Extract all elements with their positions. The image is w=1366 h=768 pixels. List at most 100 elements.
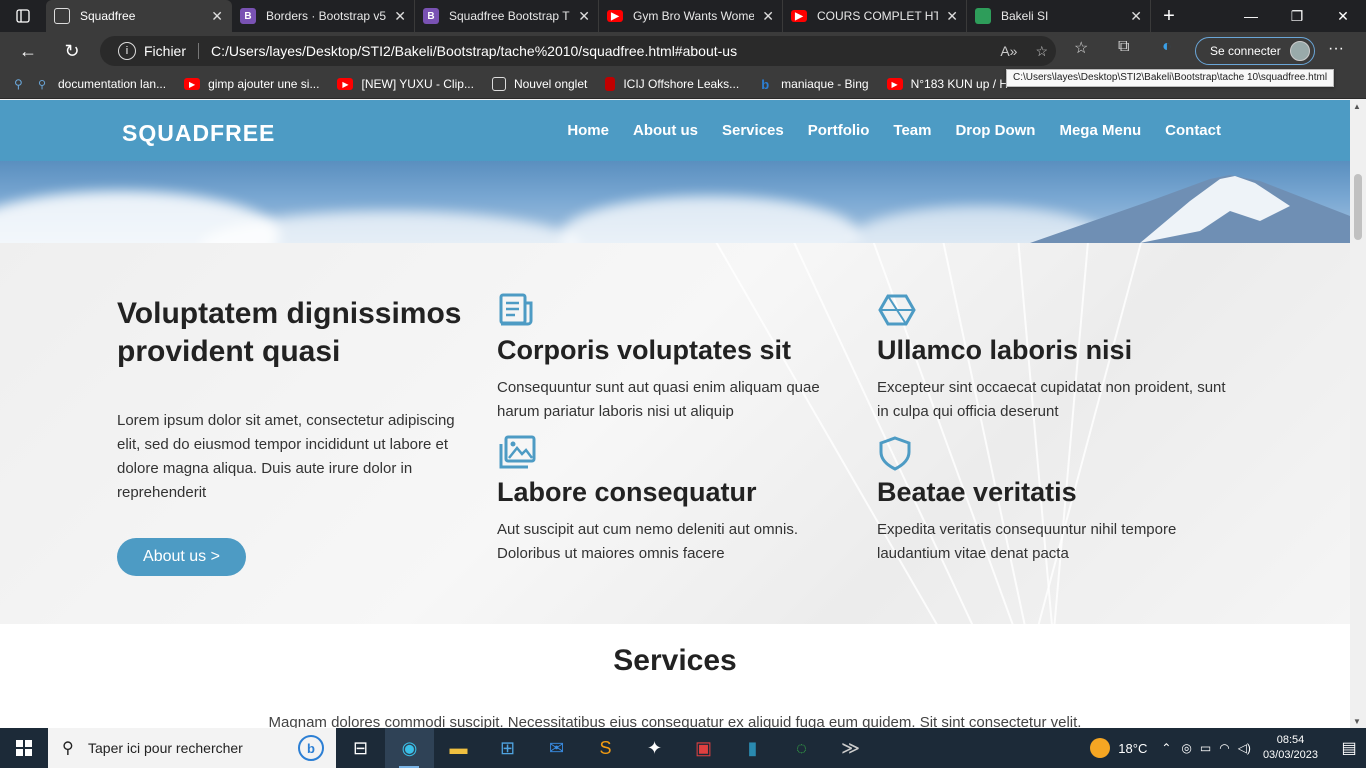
site-logo[interactable]: SQUADFREE <box>122 120 275 147</box>
close-window-icon[interactable]: ✕ <box>1320 0 1366 32</box>
search-icon: ⚲ <box>37 78 47 91</box>
about-text: Lorem ipsum dolor sit amet, consectetur … <box>117 412 455 501</box>
battery-icon[interactable]: ▭ <box>1200 741 1211 755</box>
scroll-up-icon[interactable]: ▲ <box>1353 102 1361 111</box>
tab-borders-bootstrap[interactable]: B Borders · Bootstrap v5 ✕ <box>232 0 415 32</box>
back-icon[interactable]: ← <box>8 32 48 70</box>
minimize-icon[interactable]: — <box>1228 0 1274 32</box>
start-button[interactable] <box>0 728 48 768</box>
tab-squadfree-bootstrap[interactable]: B Squadfree Bootstrap T ✕ <box>415 0 599 32</box>
weather-widget[interactable]: 18°C <box>1090 738 1147 758</box>
volume-icon[interactable]: ◁) <box>1238 741 1251 755</box>
terminal-icon[interactable]: ▮ <box>728 728 777 768</box>
chevron-up-icon[interactable]: ⌃ <box>1161 741 1171 755</box>
bookmark-item[interactable]: ▶ [NEW] YUXU - Clip... <box>337 77 474 91</box>
tab-squadfree[interactable]: Squadfree ✕ <box>46 0 232 32</box>
scroll-thumb[interactable] <box>1354 174 1362 240</box>
close-icon[interactable]: ✕ <box>946 8 958 25</box>
collections-icon[interactable]: ⧉ <box>1118 38 1129 56</box>
scroll-down-icon[interactable]: ▼ <box>1353 717 1361 726</box>
edge-extension-icon[interactable]: ◐ <box>1162 38 1172 56</box>
tab-actions-button[interactable] <box>0 0 46 32</box>
bookmark-item[interactable]: ICIJ Offshore Leaks... <box>605 77 739 91</box>
new-tab-button[interactable]: + <box>1151 5 1187 28</box>
tab-title: Squadfree Bootstrap T <box>449 9 570 23</box>
weather-icon <box>1090 738 1111 758</box>
close-icon[interactable]: ✕ <box>394 8 406 25</box>
search-icon: ⚲ <box>62 740 74 757</box>
bookmark-item[interactable]: b maniaque - Bing <box>757 77 868 92</box>
about-section: Voluptatem dignissimos provident quasi L… <box>0 243 1350 624</box>
close-icon[interactable]: ✕ <box>211 8 223 25</box>
clock[interactable]: 08:54 03/03/2023 <box>1263 733 1318 763</box>
vscode-icon[interactable]: ≫ <box>826 728 875 768</box>
tab-gym-bro[interactable]: ▶ Gym Bro Wants Wome ✕ <box>599 0 783 32</box>
read-aloud-icon[interactable]: A» <box>1000 43 1017 60</box>
youtube-icon: ▶ <box>607 10 623 22</box>
feature-text: Excepteur sint occaecat cupidatat non pr… <box>877 379 1226 420</box>
icij-icon <box>605 77 616 91</box>
bakeli-icon <box>975 8 991 24</box>
services-section: Services Magnam dolores commodi suscipit… <box>0 624 1350 728</box>
mail-icon[interactable]: ✉ <box>532 728 581 768</box>
url-field[interactable]: i Fichier C:/Users/layes/Desktop/STI2/Ba… <box>100 36 1056 66</box>
nav-contact[interactable]: Contact <box>1165 122 1221 139</box>
bookmark-item[interactable]: ▶ N°183 KUN up / H <box>886 77 1009 91</box>
wifi-icon[interactable]: ◠ <box>1219 741 1229 755</box>
more-icon[interactable]: ··· <box>1328 40 1344 58</box>
tab-title: Gym Bro Wants Wome <box>633 9 755 23</box>
mountain-graphic <box>1030 175 1350 243</box>
taskbar-search[interactable]: ⚲ Taper ici pour rechercher b <box>48 728 336 768</box>
separator <box>198 43 200 59</box>
tab-title: Bakeli SI <box>1001 9 1049 23</box>
nav-portfolio[interactable]: Portfolio <box>808 122 870 139</box>
about-title: Voluptatem dignissimos provident quasi <box>117 297 462 368</box>
add-favorite-icon[interactable]: ☆ <box>1035 43 1048 60</box>
nav-about-us[interactable]: About us <box>633 122 698 139</box>
shield-icon <box>879 436 911 471</box>
feature-item: Ullamco laboris nisi Excepteur sint occa… <box>877 293 1237 424</box>
bing-icon[interactable]: b <box>298 735 324 761</box>
task-view-icon[interactable]: ⊟ <box>336 728 385 768</box>
file-explorer-icon[interactable]: ▬ <box>434 728 483 768</box>
close-icon[interactable]: ✕ <box>1130 8 1142 25</box>
close-icon[interactable]: ✕ <box>578 8 590 25</box>
refresh-app-icon[interactable]: ◌ <box>777 728 826 768</box>
url-text[interactable]: C:/Users/layes/Desktop/STI2/Bakeli/Boots… <box>211 43 737 59</box>
sign-in-button[interactable]: Se connecter <box>1195 37 1315 65</box>
page-icon <box>54 8 70 24</box>
close-icon[interactable]: ✕ <box>762 8 774 25</box>
nav-mega-menu[interactable]: Mega Menu <box>1059 122 1141 139</box>
nav-drop-down[interactable]: Drop Down <box>955 122 1035 139</box>
search-icon[interactable]: ⚲ <box>14 77 34 91</box>
bookmark-item[interactable]: ⚲ documentation lan... <box>34 77 166 91</box>
nav-services[interactable]: Services <box>722 122 784 139</box>
reload-icon[interactable]: ↻ <box>52 32 92 70</box>
tab-bakeli[interactable]: Bakeli SI ✕ <box>967 0 1151 32</box>
scheme-label: Fichier <box>144 43 187 59</box>
about-us-button[interactable]: About us > <box>117 538 246 576</box>
youtube-icon: ▶ <box>184 78 201 90</box>
bookmark-item[interactable]: Nouvel onglet <box>491 77 587 91</box>
page-scrollbar[interactable]: ▲ ▼ <box>1350 100 1366 728</box>
tab-title: Squadfree <box>80 9 136 23</box>
location-icon[interactable]: ◎ <box>1181 741 1191 755</box>
info-icon[interactable]: i <box>118 42 136 60</box>
sublime-icon[interactable]: S <box>581 728 630 768</box>
nav-home[interactable]: Home <box>567 122 609 139</box>
game-icon[interactable]: ✦ <box>630 728 679 768</box>
notification-icon[interactable]: ▤ <box>1332 728 1366 768</box>
newtab-icon <box>491 77 506 91</box>
tab-cours-complet[interactable]: ▶ COURS COMPLET HTM ✕ <box>783 0 967 32</box>
bookmark-label: N°183 KUN up / H <box>910 77 1009 91</box>
bookmark-item[interactable]: ▶ gimp ajouter une si... <box>184 77 319 91</box>
youtube-icon: ▶ <box>791 10 807 22</box>
tab-title: Borders · Bootstrap v5 <box>266 9 387 23</box>
media-icon[interactable]: ▣ <box>679 728 728 768</box>
feature-title: Labore consequatur <box>497 477 757 507</box>
store-icon[interactable]: ⊞ <box>483 728 532 768</box>
nav-team[interactable]: Team <box>893 122 931 139</box>
edge-icon[interactable]: ◉ <box>385 728 434 768</box>
favorites-icon[interactable]: ☆ <box>1074 38 1088 58</box>
restore-icon[interactable]: ❐ <box>1274 0 1320 32</box>
